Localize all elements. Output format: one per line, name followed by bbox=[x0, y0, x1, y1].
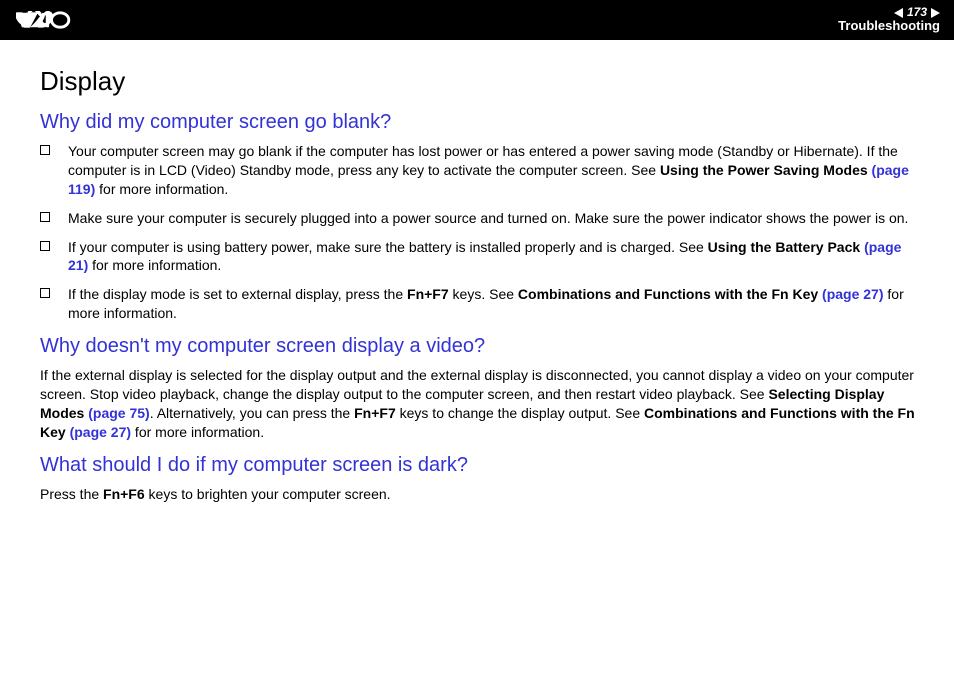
list-item: Make sure your computer is securely plug… bbox=[40, 209, 920, 228]
next-page-icon[interactable] bbox=[931, 8, 940, 18]
header-bar: 173 Troubleshooting bbox=[0, 0, 954, 40]
list-item-text: If your computer is using battery power,… bbox=[68, 238, 920, 276]
list-item-text: Your computer screen may go blank if the… bbox=[68, 142, 920, 199]
list-item: If your computer is using battery power,… bbox=[40, 238, 920, 276]
header-right: 173 Troubleshooting bbox=[838, 6, 940, 33]
page-link[interactable]: (page 75) bbox=[88, 405, 149, 421]
list-item: If the display mode is set to external d… bbox=[40, 285, 920, 323]
body-paragraph: If the external display is selected for … bbox=[40, 366, 920, 442]
vaio-logo bbox=[16, 11, 112, 29]
bullet-icon bbox=[40, 241, 50, 251]
content: Display Why did my computer screen go bl… bbox=[0, 40, 954, 514]
bullet-icon bbox=[40, 145, 50, 155]
question-heading-2: Why doesn't my computer screen display a… bbox=[40, 335, 920, 358]
list-item-text: If the display mode is set to external d… bbox=[68, 285, 920, 323]
page-title: Display bbox=[40, 66, 920, 97]
prev-page-icon[interactable] bbox=[894, 8, 903, 18]
bullet-list-1: Your computer screen may go blank if the… bbox=[40, 142, 920, 323]
body-paragraph: Press the Fn+F6 keys to brighten your co… bbox=[40, 485, 920, 504]
question-heading-1: Why did my computer screen go blank? bbox=[40, 111, 920, 134]
bullet-icon bbox=[40, 288, 50, 298]
page-link[interactable]: (page 27) bbox=[822, 286, 883, 302]
list-item-text: Make sure your computer is securely plug… bbox=[68, 209, 908, 228]
bullet-icon bbox=[40, 212, 50, 222]
list-item: Your computer screen may go blank if the… bbox=[40, 142, 920, 199]
page: 173 Troubleshooting Display Why did my c… bbox=[0, 0, 954, 674]
page-link[interactable]: (page 27) bbox=[70, 424, 131, 440]
question-heading-3: What should I do if my computer screen i… bbox=[40, 454, 920, 477]
section-label: Troubleshooting bbox=[838, 19, 940, 33]
